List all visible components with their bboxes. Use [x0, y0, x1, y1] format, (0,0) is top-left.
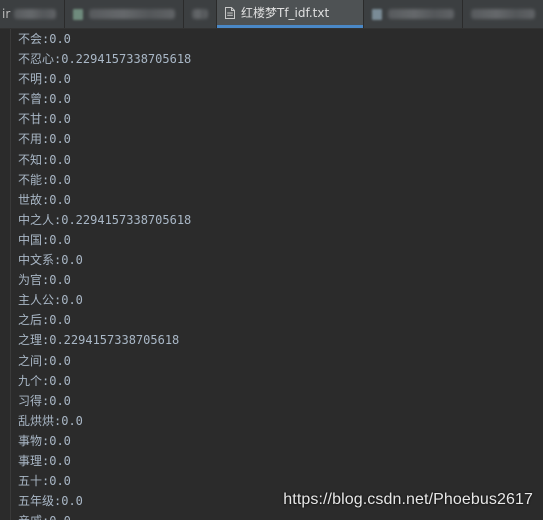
text-editor[interactable]: 不会:0.0 不忍心:0.2294157338705618 不明:0.0 不曾:0.0…: [0, 29, 543, 520]
editor-line[interactable]: 中之人:0.2294157338705618: [18, 210, 191, 230]
ide-window: ir 红楼梦Tf_idf.txt 不会:0.0 不忍心:0.2294157338…: [0, 0, 543, 520]
file-icon: [73, 8, 83, 20]
tab-blurred-3[interactable]: [184, 0, 216, 28]
editor-line[interactable]: 主人公:0.0: [18, 290, 191, 310]
editor-tab-bar: ir 红楼梦Tf_idf.txt: [0, 0, 543, 29]
editor-line[interactable]: 不曾:0.0: [18, 89, 191, 109]
blurred-tab-label: [388, 9, 454, 19]
text-file-icon: [225, 6, 235, 19]
editor-line[interactable]: 世故:0.0: [18, 190, 191, 210]
editor-line[interactable]: 九个:0.0: [18, 371, 191, 391]
editor-line[interactable]: 五年级:0.0: [18, 491, 191, 511]
file-icon: [372, 8, 382, 20]
editor-line[interactable]: 中国:0.0: [18, 230, 191, 250]
editor-line[interactable]: 为官:0.0: [18, 270, 191, 290]
editor-line[interactable]: 事物:0.0: [18, 431, 191, 451]
editor-line[interactable]: 不忍心:0.2294157338705618: [18, 49, 191, 69]
tab-blurred-5[interactable]: [463, 0, 543, 28]
gutter-divider: [10, 29, 11, 520]
blurred-tab-label: [471, 9, 535, 19]
blurred-tab-label: [89, 9, 175, 19]
editor-line[interactable]: 之间:0.0: [18, 351, 191, 371]
editor-line[interactable]: 不明:0.0: [18, 69, 191, 89]
editor-line[interactable]: 不会:0.0: [18, 29, 191, 49]
tab-blurred-2[interactable]: [65, 0, 183, 28]
editor-line[interactable]: 五十:0.0: [18, 471, 191, 491]
tab-blurred-1[interactable]: ir: [0, 0, 64, 28]
editor-line[interactable]: 不能:0.0: [18, 170, 191, 190]
editor-line[interactable]: 乱烘烘:0.0: [18, 411, 191, 431]
tab-label: ir: [2, 7, 11, 21]
editor-line[interactable]: 中文系:0.0: [18, 250, 191, 270]
blurred-tab-label: [192, 9, 208, 19]
editor-line[interactable]: 不甘:0.0: [18, 109, 191, 129]
watermark: https://blog.csdn.net/Phoebus2617: [283, 491, 533, 508]
editor-line[interactable]: 习得:0.0: [18, 391, 191, 411]
editor-line[interactable]: 之理:0.2294157338705618: [18, 330, 191, 350]
tab-label: 红楼梦Tf_idf.txt: [241, 6, 330, 20]
editor-line[interactable]: 亲戚:0.0: [18, 511, 191, 520]
editor-line[interactable]: 事理:0.0: [18, 451, 191, 471]
editor-line[interactable]: 之后:0.0: [18, 310, 191, 330]
editor-line[interactable]: 不用:0.0: [18, 129, 191, 149]
blurred-tab-label: [14, 9, 56, 19]
tab-hongloumeng-tfidf[interactable]: 红楼梦Tf_idf.txt: [217, 0, 363, 28]
tab-blurred-4[interactable]: [364, 0, 462, 28]
editor-lines: 不会:0.0 不忍心:0.2294157338705618 不明:0.0 不曾:0.0…: [18, 29, 191, 520]
editor-line[interactable]: 不知:0.0: [18, 150, 191, 170]
